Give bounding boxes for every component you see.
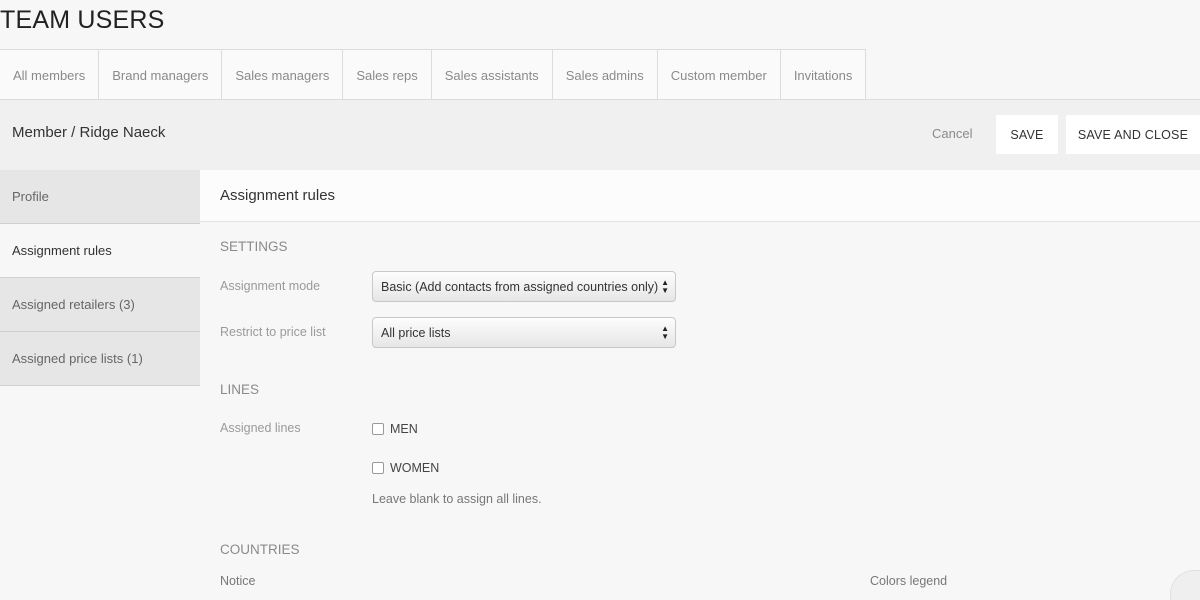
tab-sales-reps[interactable]: Sales reps	[343, 50, 432, 100]
men-label: MEN	[390, 422, 418, 436]
colors-legend-label: Colors legend	[870, 574, 948, 588]
tab-sales-admins[interactable]: Sales admins	[552, 50, 658, 100]
cancel-button[interactable]: Cancel	[932, 126, 972, 141]
tab-invitations[interactable]: Invitations	[780, 50, 867, 100]
assignment-mode-select[interactable]: Basic (Add contacts from assigned countr…	[372, 271, 676, 302]
assignment-mode-value: Basic (Add contacts from assigned countr…	[381, 279, 659, 294]
sidebar-item-assigned-retailers[interactable]: Assigned retailers (3)	[0, 278, 200, 332]
women-checkbox[interactable]	[372, 462, 384, 474]
women-label: WOMEN	[390, 461, 440, 475]
assigned-lines-label: Assigned lines	[220, 421, 301, 435]
member-header-bar: Member / Ridge Naeck Cancel SAVE SAVE AN…	[0, 100, 1200, 170]
assignment-rules-panel: Assignment rules SETTINGS Assignment mod…	[200, 170, 1200, 600]
settings-heading: SETTINGS	[220, 239, 288, 254]
countries-heading: COUNTRIES	[220, 542, 300, 557]
tab-all-members[interactable]: All members	[0, 50, 100, 100]
tab-sales-assistants[interactable]: Sales assistants	[431, 50, 553, 100]
tab-custom-member[interactable]: Custom member	[657, 50, 781, 100]
select-arrows-icon: ▲ ▼	[661, 324, 669, 341]
tab-sales-managers[interactable]: Sales managers	[222, 50, 344, 100]
men-checkbox[interactable]	[372, 423, 384, 435]
page-title: TEAM USERS	[0, 6, 165, 34]
price-list-label: Restrict to price list	[220, 325, 326, 339]
line-option-women[interactable]: WOMEN	[372, 461, 439, 475]
save-and-close-button[interactable]: SAVE AND CLOSE	[1066, 115, 1200, 154]
sidebar-item-assigned-price-lists[interactable]: Assigned price lists (1)	[0, 332, 200, 386]
member-breadcrumb: Member / Ridge Naeck	[12, 124, 166, 141]
panel-title: Assignment rules	[200, 170, 1200, 222]
sidebar-item-assignment-rules[interactable]: Assignment rules	[0, 224, 200, 278]
tab-brand-managers[interactable]: Brand managers	[99, 50, 223, 100]
sidebar-item-profile[interactable]: Profile	[0, 170, 200, 224]
lines-hint: Leave blank to assign all lines.	[372, 492, 542, 506]
select-arrows-icon: ▲ ▼	[661, 278, 669, 295]
notice-label: Notice	[220, 574, 256, 588]
member-sidebar: Profile Assignment rules Assigned retail…	[0, 170, 200, 386]
lines-heading: LINES	[220, 382, 260, 397]
assignment-mode-label: Assignment mode	[220, 279, 321, 293]
price-list-select[interactable]: All price lists ▲ ▼	[372, 317, 676, 348]
price-list-value: All price lists	[381, 325, 451, 340]
member-type-tabs: All members Brand managers Sales manager…	[0, 49, 867, 100]
save-button[interactable]: SAVE	[996, 115, 1058, 154]
line-option-men[interactable]: MEN	[372, 422, 418, 436]
